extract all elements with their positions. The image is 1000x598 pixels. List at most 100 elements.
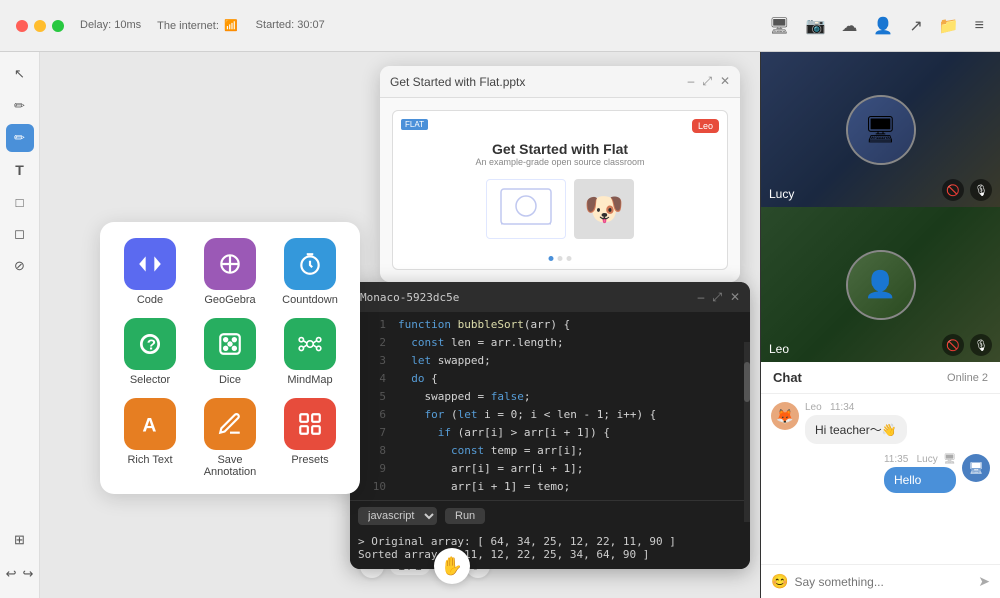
presentation-content: FLAT Leo Get Started with Flat An exampl…: [380, 98, 740, 282]
chat-emoji-icon[interactable]: 😊: [771, 573, 788, 590]
countdown-label: Countdown: [282, 294, 338, 306]
presets-label: Presets: [291, 454, 328, 466]
mindmap-label: MindMap: [287, 374, 332, 386]
minimize-button[interactable]: [34, 20, 46, 32]
started-label: Started: 30:07: [256, 19, 325, 32]
tool-selector[interactable]: ? Selector: [116, 318, 184, 386]
code-scrollbar[interactable]: [744, 342, 750, 522]
code-footer: javascript Run: [350, 500, 750, 531]
undo-redo: ↩ ↪: [6, 558, 34, 590]
leo-msg-content: Leo 11:34 Hi teacher～👋: [805, 402, 907, 444]
code-editor-window: Monaco-5923dc5e – ⤢ ✕ 1 function bubbleS…: [350, 282, 750, 569]
tool-code[interactable]: Code: [116, 238, 184, 306]
close-code-button[interactable]: ✕: [730, 290, 740, 305]
tool-dice[interactable]: Dice: [196, 318, 264, 386]
video-icon[interactable]: 📷: [805, 16, 825, 36]
tool-richtext[interactable]: A Rich Text: [116, 398, 184, 478]
redo-button[interactable]: ↪: [23, 566, 34, 582]
text-tool[interactable]: T: [6, 156, 34, 184]
pencil-tool[interactable]: ✏: [6, 124, 34, 152]
expand-code-button[interactable]: ⤢: [712, 290, 722, 305]
code-label: Code: [137, 294, 163, 306]
lucy-msg-content: 11:35 Lucy 🖥 Hello: [884, 454, 956, 493]
leo-mic-button[interactable]: 🎙: [970, 334, 992, 356]
code-line: 7 if (arr[i] > arr[i + 1]) {: [350, 424, 750, 442]
leo-badge: Leo: [692, 119, 719, 133]
run-button[interactable]: Run: [445, 508, 485, 524]
svg-text:?: ?: [147, 336, 156, 353]
code-line: 5 swapped = false;: [350, 388, 750, 406]
tool-saveannotation[interactable]: Save Annotation: [196, 398, 264, 478]
dice-label: Dice: [219, 374, 241, 386]
folder-icon[interactable]: 📁: [939, 16, 959, 36]
video-grid: 🖥 Lucy 🚫 🎙 👤 Leo 🚫 🎙: [761, 52, 1000, 362]
select-tool[interactable]: ↖: [6, 60, 34, 88]
code-titlebar: Monaco-5923dc5e – ⤢ ✕: [350, 282, 750, 312]
maximize-button[interactable]: [52, 20, 64, 32]
tools-panel: Code GeoGebra Countdown ?: [100, 222, 360, 494]
send-button[interactable]: ➤: [978, 573, 990, 590]
chat-panel: Chat Online 2 🦊 Leo 11:34 Hi teacher～👋: [761, 362, 1000, 598]
code-line: 1 function bubbleSort(arr) {: [350, 316, 750, 334]
traffic-lights[interactable]: [16, 20, 64, 32]
slide-body: 🐶: [474, 179, 646, 239]
close-button[interactable]: [16, 20, 28, 32]
code-output: > Original array: [ 64, 34, 25, 12, 22, …: [350, 531, 750, 569]
saveannotation-label: Save Annotation: [196, 454, 264, 478]
tool-mindmap[interactable]: MindMap: [276, 318, 344, 386]
hand-raise-button[interactable]: ✋: [434, 548, 470, 584]
presentation-window-controls[interactable]: – ⤢ ✕: [688, 74, 730, 89]
saveannotation-icon: [204, 398, 256, 450]
laser-tool[interactable]: ⊘: [6, 252, 34, 280]
flat-logo: FLAT: [401, 119, 428, 130]
user-icon[interactable]: 👤: [873, 16, 893, 36]
slide-left-content: [486, 179, 566, 239]
tool-presets[interactable]: Presets: [276, 398, 344, 478]
main-content: ↖ ✏ ✏ T □ ◻ ⊘ ⊞ ↩ ↪ Code: [0, 52, 1000, 598]
tool-geogebra[interactable]: GeoGebra: [196, 238, 264, 306]
chat-message-lucy: 🖥 11:35 Lucy 🖥 Hello: [771, 454, 990, 493]
titlebar-info: Delay: 10ms The internet: 📶 Started: 30:…: [80, 19, 325, 32]
chat-input[interactable]: [794, 575, 972, 589]
monitor-icon[interactable]: 🖥: [769, 16, 789, 36]
code-window-controls[interactable]: – ⤢ ✕: [698, 290, 740, 305]
right-panel: 🖥 Lucy 🚫 🎙 👤 Leo 🚫 🎙: [760, 52, 1000, 598]
slide-preview: FLAT Leo Get Started with Flat An exampl…: [392, 110, 728, 270]
lucy-mute-button[interactable]: 🚫: [942, 179, 964, 201]
minimize-window-button[interactable]: –: [688, 74, 695, 89]
share-icon[interactable]: ↗: [909, 16, 922, 36]
eraser-tool[interactable]: ◻: [6, 220, 34, 248]
presentation-titlebar: Get Started with Flat.pptx – ⤢ ✕: [380, 66, 740, 98]
close-window-button[interactable]: ✕: [720, 74, 730, 89]
tool-countdown[interactable]: Countdown: [276, 238, 344, 306]
workspace: Code GeoGebra Countdown ?: [40, 52, 760, 598]
chat-header: Chat Online 2: [761, 362, 1000, 394]
shape-tool[interactable]: □: [6, 188, 34, 216]
leo-mute-button[interactable]: 🚫: [942, 334, 964, 356]
chat-message-leo: 🦊 Leo 11:34 Hi teacher～👋: [771, 402, 990, 444]
lucy-mic-button[interactable]: 🎙: [970, 179, 992, 201]
code-line: 10 arr[i + 1] = temo;: [350, 478, 750, 496]
svg-text:A: A: [142, 415, 156, 437]
code-line: 6 for (let i = 0; i < len - 1; i++) {: [350, 406, 750, 424]
minimize-code-button[interactable]: –: [698, 290, 705, 305]
code-area: 1 function bubbleSort(arr) { 2 const len…: [350, 312, 750, 500]
language-select[interactable]: javascript: [358, 507, 437, 525]
cloud-icon[interactable]: ☁: [841, 16, 857, 36]
slide-header: Get Started with Flat An example-grade o…: [475, 141, 644, 167]
video-cell-lucy: 🖥 Lucy 🚫 🎙: [761, 52, 1000, 207]
code-line: 4 do {: [350, 370, 750, 388]
titlebar: Delay: 10ms The internet: 📶 Started: 30:…: [0, 0, 1000, 52]
expand-window-button[interactable]: ⤢: [702, 74, 712, 89]
code-window-title: Monaco-5923dc5e: [360, 291, 459, 304]
lucy-msg-bubble: Hello: [884, 467, 956, 493]
pen-tool[interactable]: ✏: [6, 92, 34, 120]
mindmap-icon: [284, 318, 336, 370]
left-toolbar: ↖ ✏ ✏ T □ ◻ ⊘ ⊞ ↩ ↪: [0, 52, 40, 598]
code-scrollbar-thumb[interactable]: [744, 362, 750, 402]
countdown-icon: [284, 238, 336, 290]
apps-tool[interactable]: ⊞: [6, 526, 34, 554]
undo-button[interactable]: ↩: [6, 566, 17, 582]
menu-icon[interactable]: ≡: [975, 17, 984, 35]
lucy-name: Lucy: [769, 187, 794, 201]
